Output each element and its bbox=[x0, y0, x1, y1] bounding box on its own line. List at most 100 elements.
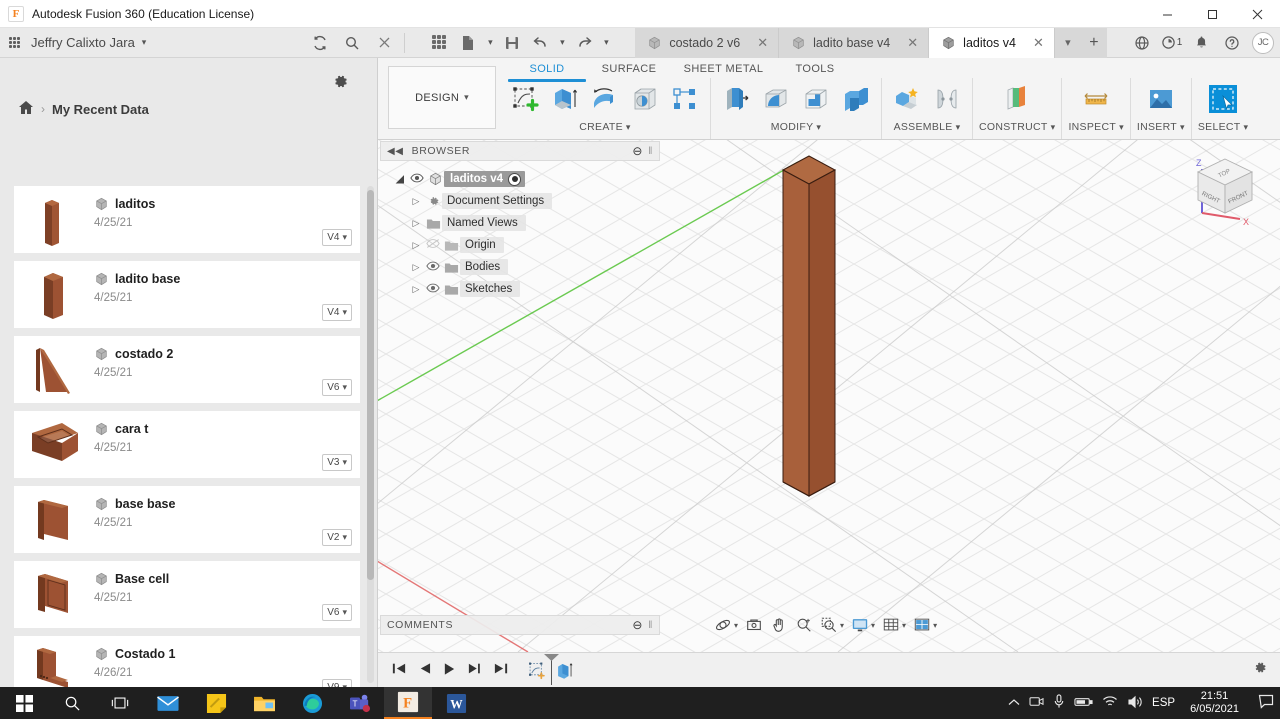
collapse-left-icon[interactable]: ◀◀ bbox=[387, 146, 404, 157]
edge-icon[interactable] bbox=[288, 687, 336, 719]
version-badge[interactable]: V4 ▾ bbox=[322, 304, 352, 321]
start-button[interactable] bbox=[0, 687, 48, 719]
notifications-bell-icon[interactable] bbox=[1187, 29, 1216, 57]
display-settings-icon[interactable]: ▾ bbox=[849, 614, 877, 636]
version-badge[interactable]: V6 ▾ bbox=[322, 604, 352, 621]
ribbon-panel-label-assemble[interactable]: ASSEMBLE ▾ bbox=[894, 121, 961, 133]
maximize-button[interactable] bbox=[1190, 0, 1235, 28]
breadcrumb-label[interactable]: My Recent Data bbox=[52, 102, 149, 117]
comments-grip-icon[interactable]: ‖ bbox=[648, 619, 653, 631]
fillet-icon[interactable] bbox=[757, 80, 795, 118]
new-file-icon[interactable] bbox=[455, 30, 481, 56]
press-pull-icon[interactable] bbox=[717, 80, 755, 118]
extrude-feature-icon[interactable] bbox=[554, 660, 576, 680]
language-indicator[interactable]: ESP bbox=[1152, 697, 1175, 709]
volume-icon[interactable] bbox=[1127, 695, 1143, 712]
fusion360-icon[interactable]: F bbox=[384, 687, 432, 719]
hole-icon[interactable] bbox=[626, 80, 664, 118]
search-icon[interactable] bbox=[338, 30, 366, 56]
document-tab-laditos[interactable]: laditos v4 ✕ bbox=[929, 27, 1055, 58]
eye-off-icon[interactable] bbox=[424, 238, 442, 252]
help-icon[interactable] bbox=[1217, 29, 1246, 57]
apps-grid-icon[interactable] bbox=[427, 30, 453, 56]
ribbon-panel-label-select[interactable]: SELECT ▾ bbox=[1198, 121, 1248, 133]
pan-icon[interactable] bbox=[768, 614, 790, 636]
list-item[interactable]: costado 2 4/25/21 V6 ▾ bbox=[14, 336, 360, 403]
ribbon-tab-solid[interactable]: SOLID bbox=[508, 58, 586, 82]
viewcube[interactable]: Z X TOP RIGHT FRONT bbox=[1180, 145, 1270, 235]
globe-icon[interactable] bbox=[1127, 29, 1156, 57]
expand-arrow-icon[interactable]: ▷ bbox=[408, 196, 424, 207]
eye-icon[interactable] bbox=[424, 283, 442, 296]
create-sketch-icon[interactable] bbox=[506, 80, 544, 118]
action-center-icon[interactable] bbox=[1254, 694, 1274, 712]
joint-icon[interactable] bbox=[928, 80, 966, 118]
revolve-icon[interactable] bbox=[586, 80, 624, 118]
save-icon[interactable] bbox=[499, 30, 525, 56]
select-window-icon[interactable] bbox=[1204, 80, 1242, 118]
tree-node-bodies[interactable]: ▷ Bodies bbox=[392, 256, 672, 278]
list-item[interactable]: Base cell 4/25/21 V6 ▾ bbox=[14, 561, 360, 628]
tab-close-icon[interactable]: ✕ bbox=[897, 35, 918, 51]
task-view-icon[interactable] bbox=[96, 687, 144, 719]
list-item[interactable]: base base 4/25/21 V2 ▾ bbox=[14, 486, 360, 553]
microphone-icon[interactable] bbox=[1053, 694, 1065, 712]
ribbon-panel-label-construct[interactable]: CONSTRUCT ▾ bbox=[979, 121, 1055, 133]
go-to-end-icon[interactable] bbox=[494, 662, 508, 678]
tree-node-document-settings[interactable]: ▷ Document Settings bbox=[392, 190, 672, 212]
close-button[interactable] bbox=[1235, 0, 1280, 28]
teams-icon[interactable]: T bbox=[336, 687, 384, 719]
zoom-icon[interactable] bbox=[793, 614, 815, 636]
tab-close-icon[interactable]: ✕ bbox=[1023, 35, 1044, 51]
new-tab-button[interactable]: + bbox=[1080, 27, 1107, 58]
ribbon-tab-surface[interactable]: SURFACE bbox=[586, 58, 672, 80]
tree-node-root[interactable]: ◢ laditos v4 bbox=[392, 168, 672, 190]
new-component-icon[interactable] bbox=[888, 80, 926, 118]
file-explorer-icon[interactable] bbox=[240, 687, 288, 719]
viewports-icon[interactable]: ▾ bbox=[911, 614, 939, 636]
insert-image-icon[interactable] bbox=[1142, 80, 1180, 118]
new-file-caret-icon[interactable]: ▾ bbox=[483, 30, 497, 56]
timeline-marker[interactable] bbox=[551, 655, 552, 685]
measure-icon[interactable] bbox=[1077, 80, 1115, 118]
extrude-icon[interactable] bbox=[546, 80, 584, 118]
ribbon-tab-sheet-metal[interactable]: SHEET METAL bbox=[672, 58, 775, 80]
offset-plane-icon[interactable] bbox=[998, 80, 1036, 118]
ribbon-panel-label-create[interactable]: CREATE ▾ bbox=[579, 121, 630, 133]
ribbon-tab-tools[interactable]: TOOLS bbox=[775, 58, 855, 80]
camera-icon[interactable] bbox=[1029, 695, 1044, 711]
pattern-icon[interactable] bbox=[666, 80, 704, 118]
list-item[interactable]: cara t 4/25/21 V3 ▾ bbox=[14, 411, 360, 478]
wifi-icon[interactable] bbox=[1102, 695, 1118, 711]
ribbon-panel-label-inspect[interactable]: INSPECT ▾ bbox=[1068, 121, 1123, 133]
sketch-feature-icon[interactable] bbox=[526, 660, 548, 680]
play-icon[interactable] bbox=[443, 662, 456, 679]
comments-panel-header[interactable]: COMMENTS ⊖ ‖ bbox=[380, 615, 660, 635]
browser-minimize-icon[interactable]: ⊖ bbox=[632, 144, 643, 158]
undo-caret-icon[interactable]: ▾ bbox=[555, 30, 569, 56]
workspace-selector[interactable]: DESIGN ▾ bbox=[388, 66, 496, 129]
expand-arrow-icon[interactable]: ▷ bbox=[408, 240, 424, 251]
zoom-window-icon[interactable]: ▾ bbox=[818, 614, 846, 636]
clock[interactable]: 21:51 6/05/2021 bbox=[1184, 690, 1245, 715]
redo-icon[interactable] bbox=[571, 30, 597, 56]
version-badge[interactable]: V2 ▾ bbox=[322, 529, 352, 546]
ribbon-panel-label-modify[interactable]: MODIFY ▾ bbox=[771, 121, 821, 133]
active-component-radio[interactable] bbox=[508, 172, 522, 186]
comments-minimize-icon[interactable]: ⊖ bbox=[632, 618, 643, 632]
look-at-icon[interactable] bbox=[743, 614, 765, 636]
document-tab-costado2[interactable]: costado 2 v6 ✕ bbox=[635, 27, 780, 58]
sticky-notes-icon[interactable] bbox=[192, 687, 240, 719]
tree-node-sketches[interactable]: ▷ Sketches bbox=[392, 278, 672, 300]
mail-icon[interactable] bbox=[144, 687, 192, 719]
orbit-icon[interactable]: ▾ bbox=[712, 614, 740, 636]
list-item[interactable]: Costado 1 4/26/21 V9▾ bbox=[14, 636, 360, 687]
document-tab-ladito-base[interactable]: ladito base v4 ✕ bbox=[779, 27, 930, 58]
search-taskbar-icon[interactable] bbox=[48, 687, 96, 719]
expand-arrow-icon[interactable]: ▷ bbox=[408, 262, 424, 273]
minimize-button[interactable] bbox=[1145, 0, 1190, 28]
tab-close-icon[interactable]: ✕ bbox=[747, 35, 768, 51]
expand-arrow-icon[interactable]: ◢ bbox=[392, 174, 408, 185]
battery-icon[interactable] bbox=[1074, 696, 1093, 711]
redo-caret-icon[interactable]: ▾ bbox=[599, 30, 613, 56]
